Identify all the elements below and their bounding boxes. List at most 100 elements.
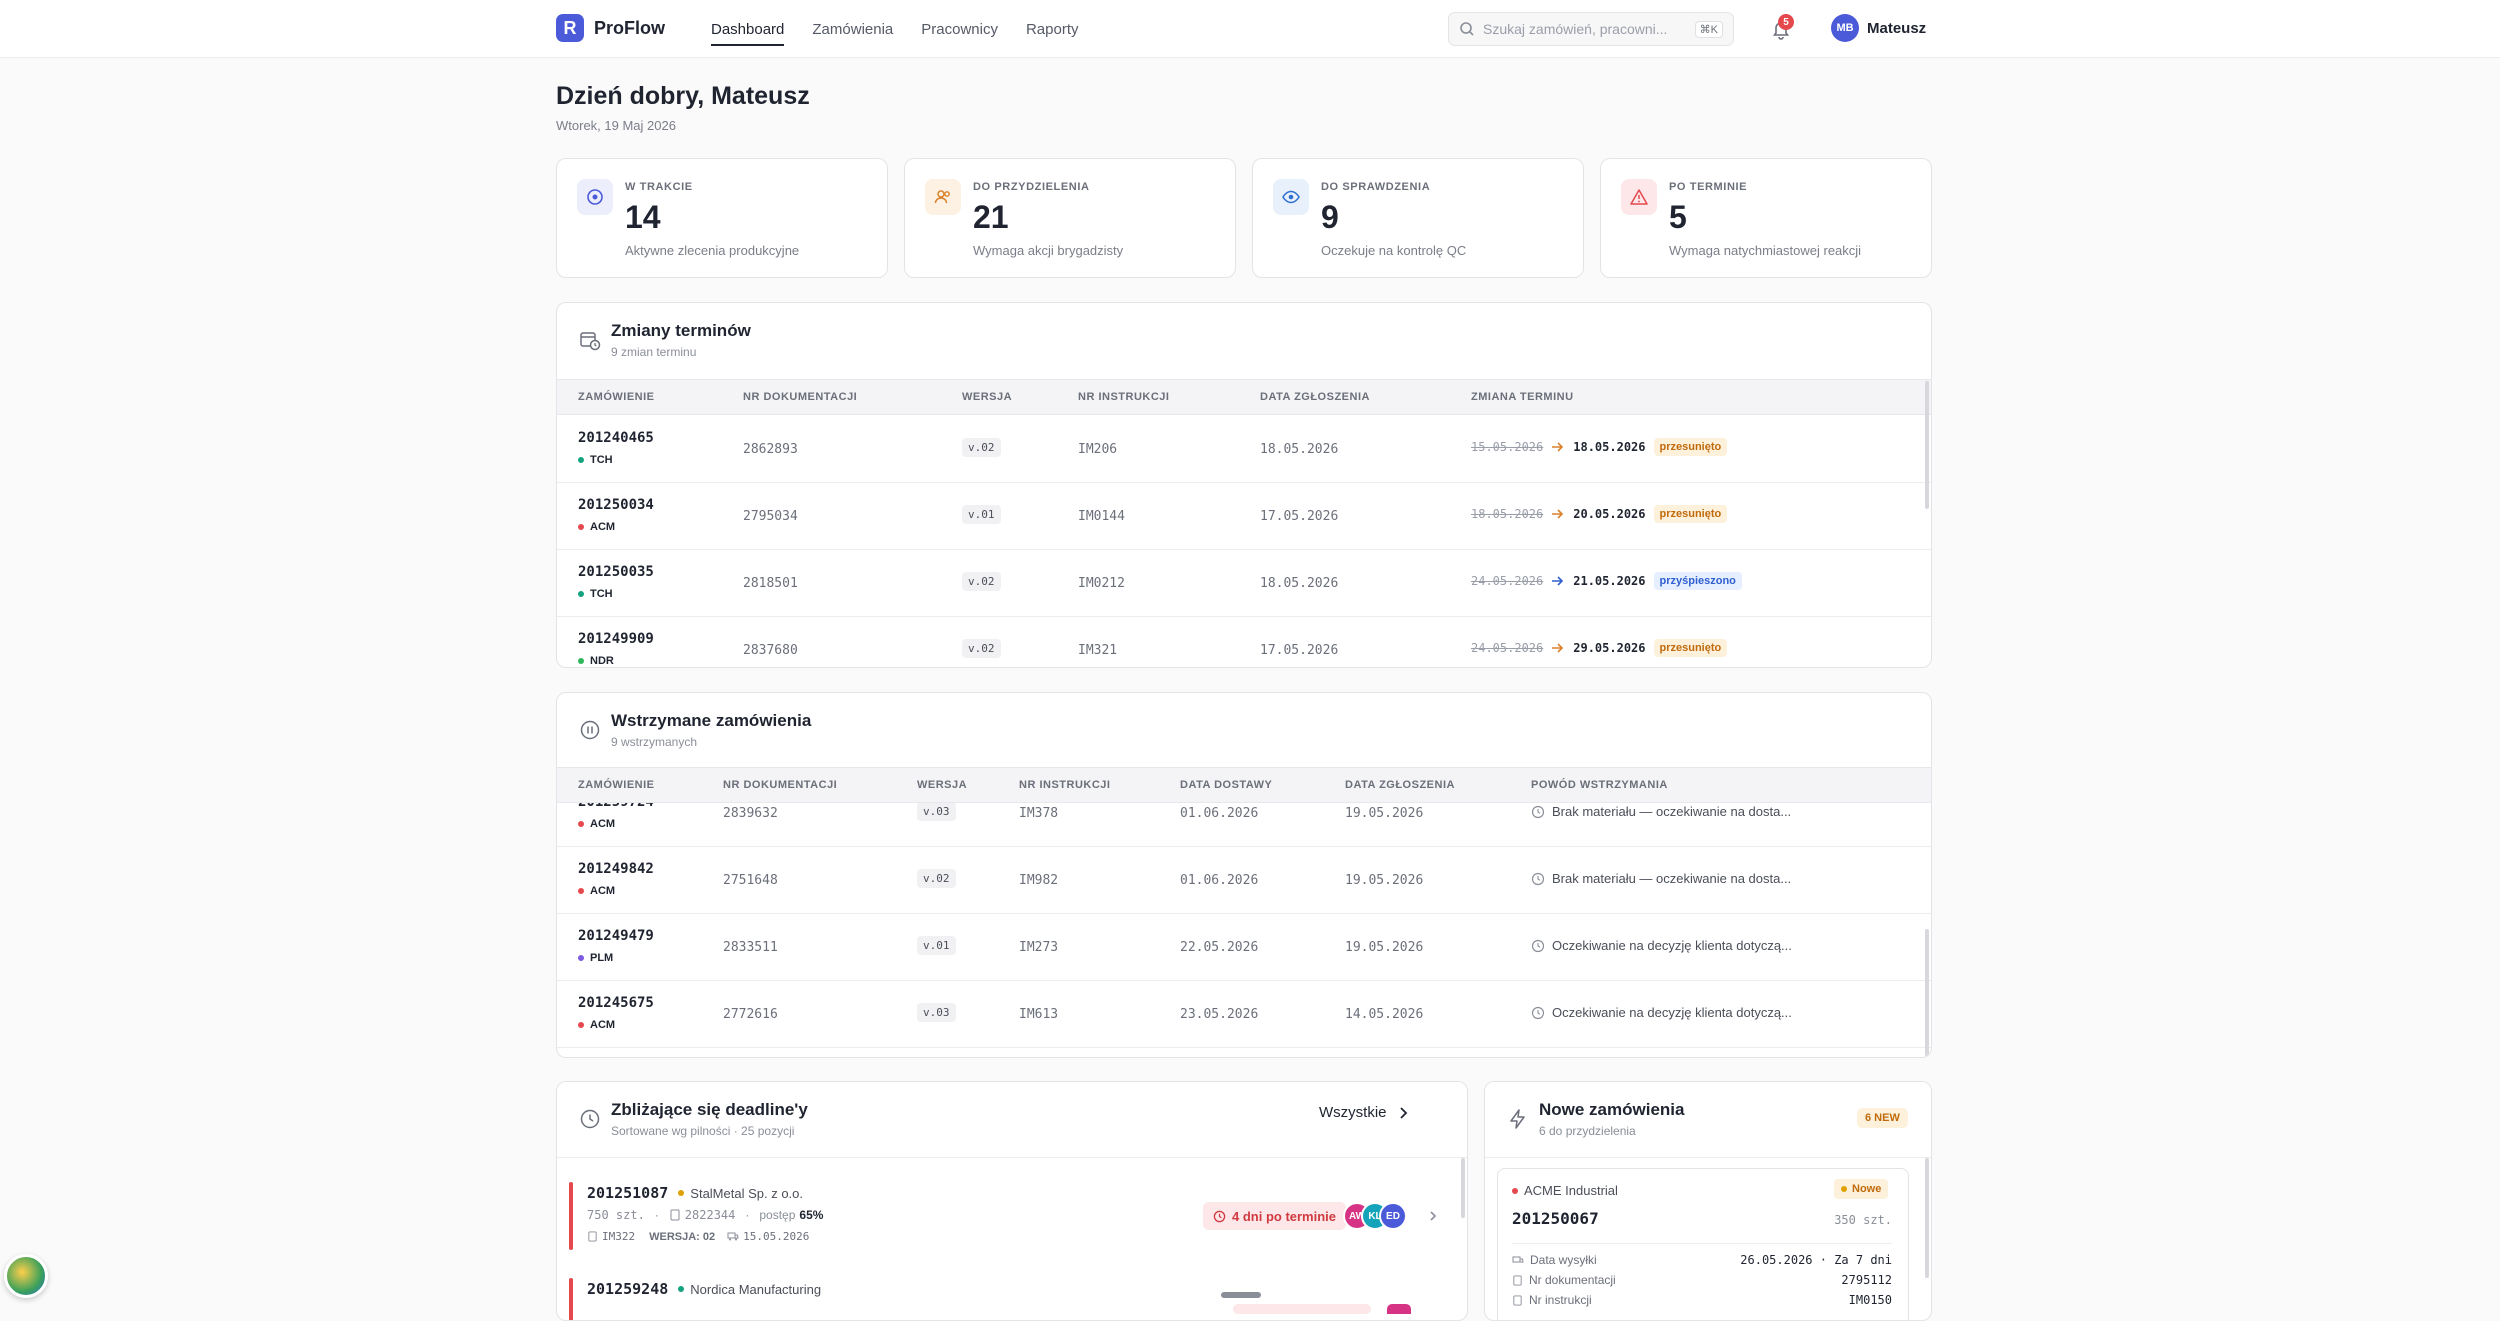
nav-workers[interactable]: Pracownicy xyxy=(921,0,998,58)
column-header[interactable]: DATA DOSTAWY xyxy=(1180,779,1272,791)
column-header[interactable]: DATA ZGŁOSZENIA xyxy=(1260,391,1370,403)
table-row[interactable]: 201249909 NDR 2837680 v.02 IM321 17.05.2026 24… xyxy=(557,617,1931,667)
hold-reason[interactable]: Oczekiwanie na decyzję klienta dotyczą..… xyxy=(1531,1005,1792,1020)
table-row[interactable]: 201250034 ACM 2795034 v.01 IM0144 17.05.2026 1… xyxy=(557,483,1931,550)
panel-title: Nowe zamówienia xyxy=(1539,1100,1685,1119)
table-row[interactable]: 201249479 PLM 2833511 v.01 IM273 22.05.2026 19… xyxy=(557,914,1931,981)
nav-reports[interactable]: Raporty xyxy=(1026,0,1079,58)
assistant-button[interactable] xyxy=(4,1254,48,1298)
client-dot xyxy=(678,1190,685,1196)
view-all-label: Wszystkie xyxy=(1319,1104,1387,1121)
column-header[interactable]: NR DOKUMENTACJI xyxy=(723,779,837,791)
table-header: ZAMÓWIENIE NR DOKUMENTACJI WERSJA NR INS… xyxy=(557,379,1931,415)
nav-orders[interactable]: Zamówienia xyxy=(812,0,893,58)
table-row[interactable]: 201240465 TCH 2862893 v.02 IM206 18.05.2026 15… xyxy=(557,416,1931,483)
scrollbar[interactable] xyxy=(1925,929,1929,1057)
tag-dot xyxy=(578,821,584,827)
tag-label: TCH xyxy=(590,588,613,600)
tag-label: NDR xyxy=(590,655,614,667)
old-date: 15.05.2026 xyxy=(1471,440,1544,454)
column-header[interactable]: NR DOKUMENTACJI xyxy=(743,391,857,403)
column-header[interactable]: NR INSTRUKCJI xyxy=(1078,391,1169,403)
search-icon xyxy=(1460,22,1474,36)
reported-date: 18.05.2026 xyxy=(1260,576,1339,591)
view-all-button[interactable]: Wszystkie xyxy=(1319,1104,1411,1121)
hold-reason[interactable]: Brak materiału — oczekiwanie na dosta... xyxy=(1531,871,1791,886)
deadline-item[interactable]: 201251087 StalMetal Sp. z o.o. 750 szt. … xyxy=(569,1182,1467,1250)
client-name: Nordica Manufacturing xyxy=(690,1281,822,1297)
search-input[interactable]: Szukaj zamówień, pracowni... ⌘K xyxy=(1448,12,1734,46)
stat-value: 5 xyxy=(1669,199,1687,235)
stat-card-to-review[interactable]: DO SPRAWDZENIA 9 Oczekuje na kontrolę QC xyxy=(1252,158,1584,278)
version-badge: v.01 xyxy=(917,936,956,955)
instruction-number: IM982 xyxy=(1019,873,1059,888)
app-name: ProFlow xyxy=(594,17,665,38)
tag-label: ACM xyxy=(590,1019,616,1031)
scrollbar[interactable] xyxy=(1925,381,1929,509)
order-tag: TCH xyxy=(578,454,613,466)
stat-card-in-progress[interactable]: W TRAKCIE 14 Aktywne zlecenia produkcyjn… xyxy=(556,158,888,278)
column-header[interactable]: WERSJA xyxy=(962,391,1012,403)
notification-badge: 5 xyxy=(1778,14,1794,30)
due-date: 15.05.2026 xyxy=(743,1230,810,1243)
client-name: StalMetal Sp. z o.o. xyxy=(690,1185,804,1201)
new-order-card[interactable]: ACME Industrial Nowe 201250067 350 szt. … xyxy=(1497,1168,1909,1320)
new-date: 29.05.2026 xyxy=(1573,641,1646,655)
column-header[interactable]: WERSJA xyxy=(917,779,967,791)
current-date: Wtorek, 19 Maj 2026 xyxy=(556,118,676,133)
delivery-date: 01.06.2026 xyxy=(1180,806,1259,821)
pause-icon xyxy=(580,720,600,740)
scrollbar[interactable] xyxy=(1925,1158,1929,1278)
hold-reason[interactable]: Oczekiwanie na decyzję klienta dotyczą..… xyxy=(1531,938,1792,953)
deadline-item[interactable]: 201259248 Nordica Manufacturing xyxy=(569,1278,1467,1320)
client-dot xyxy=(1512,1187,1518,1194)
tag-dot xyxy=(578,658,584,664)
user-menu[interactable]: MB Mateusz xyxy=(1831,14,1926,42)
column-header[interactable]: ZMIANA TERMINU xyxy=(1471,391,1574,403)
truck-icon xyxy=(1512,1256,1524,1262)
version-badge: v.02 xyxy=(962,438,1001,457)
app-logo[interactable]: R ProFlow xyxy=(556,14,665,42)
stat-label: DO SPRAWDZENIA xyxy=(1321,181,1431,193)
ship-date-row: Data wysyłki 26.05.2026 · Za 7 dni xyxy=(1512,1253,1892,1267)
arrow-right-icon xyxy=(1552,643,1564,653)
tooltip-handle xyxy=(1221,1292,1261,1298)
scrollbar[interactable] xyxy=(1461,1158,1465,1218)
calendar-clock-icon xyxy=(580,332,601,351)
panel-title: Zbliżające się deadline'y xyxy=(611,1100,808,1119)
panel-subtitle: Sortowane wg pilności · 25 pozycji xyxy=(611,1124,795,1138)
divider xyxy=(1485,1157,1931,1158)
panel-title: Zmiany terminów xyxy=(611,321,751,340)
tag-label: ACM xyxy=(590,521,616,533)
column-header[interactable]: ZAMÓWIENIE xyxy=(578,779,655,791)
divider xyxy=(557,1157,1467,1158)
clock-icon xyxy=(580,1109,600,1129)
avatar[interactable]: ED xyxy=(1379,1202,1407,1230)
reported-date: 17.05.2026 xyxy=(1260,509,1339,524)
hold-reason[interactable]: Brak materiału — oczekiwanie na dosta... xyxy=(1531,804,1791,819)
doc-number: 2862893 xyxy=(743,442,798,457)
column-header[interactable]: NR INSTRUKCJI xyxy=(1019,779,1110,791)
divider xyxy=(1512,1243,1892,1244)
stat-card-overdue[interactable]: PO TERMINIE 5 Wymaga natychmiastowej rea… xyxy=(1600,158,1932,278)
top-bar: R ProFlow Dashboard Zamówienia Pracownic… xyxy=(0,0,2500,58)
column-header[interactable]: DATA ZGŁOSZENIA xyxy=(1345,779,1455,791)
stat-label: DO PRZYDZIELENIA xyxy=(973,181,1090,193)
arrow-right-icon xyxy=(1552,576,1564,586)
chevron-right-icon[interactable] xyxy=(1427,1209,1439,1223)
arrow-right-icon xyxy=(1552,509,1564,519)
main-nav: Dashboard Zamówienia Pracownicy Raporty xyxy=(711,0,1107,58)
date-change: 18.05.2026 20.05.2026 przesunięto xyxy=(1471,505,1728,523)
tag-label: ACM xyxy=(590,818,616,830)
column-header[interactable]: ZAMÓWIENIE xyxy=(578,391,655,403)
clock-icon xyxy=(1531,939,1545,952)
table-row[interactable]: 201245675 ACM 2772616 v.03 IM613 23.05.2026 14… xyxy=(557,981,1931,1048)
stat-card-to-assign[interactable]: DO PRZYDZIELENIA 21 Wymaga akcji brygadz… xyxy=(904,158,1236,278)
column-header[interactable]: POWÓD WSTRZYMANIA xyxy=(1531,779,1668,791)
stat-description: Aktywne zlecenia produkcyjne xyxy=(625,243,800,258)
table-row[interactable]: 201250035 TCH 2818501 v.02 IM0212 18.05.2026 2… xyxy=(557,550,1931,617)
table-row[interactable]: 201249842 ACM 2751648 v.02 IM982 01.06.2026 19… xyxy=(557,847,1931,914)
nav-dashboard[interactable]: Dashboard xyxy=(711,0,785,58)
order-number: 201240465 xyxy=(578,430,654,446)
clock-icon xyxy=(1531,805,1545,818)
